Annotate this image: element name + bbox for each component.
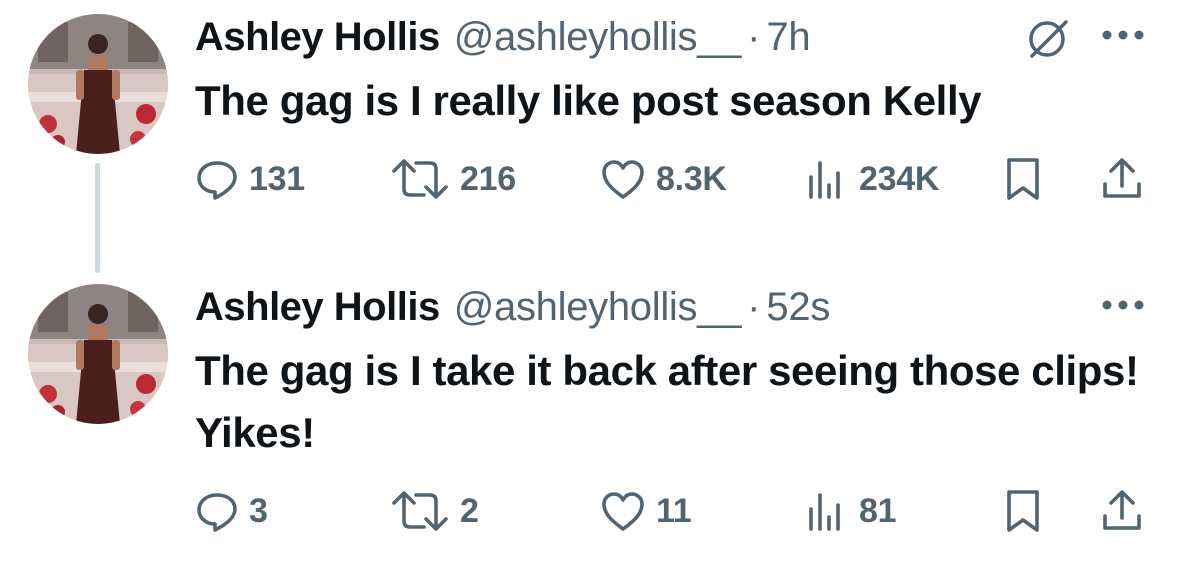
- views-button[interactable]: 81: [805, 486, 897, 536]
- more-icon[interactable]: [1100, 28, 1146, 42]
- user-handle[interactable]: @ashleyhollis__: [454, 15, 742, 60]
- display-name[interactable]: Ashley Hollis: [195, 285, 440, 330]
- tweet[interactable]: Ashley Hollis @ashleyhollis__ · 7h The g…: [0, 0, 1179, 260]
- tweet-text: The gag is I really like post season Kel…: [195, 77, 982, 124]
- reply-icon: [197, 161, 237, 200]
- reply-button[interactable]: 131: [195, 154, 305, 204]
- tweet-header: Ashley Hollis @ashleyhollis__ · 52s: [195, 282, 830, 332]
- separator-dot: ·: [747, 14, 761, 59]
- tweet-text: The gag is I take it back after seeing t…: [195, 347, 1139, 456]
- tweet-actions: 131 216 8.3K 234K: [195, 154, 1155, 204]
- avatar[interactable]: [28, 284, 168, 424]
- views-count: 234K: [859, 159, 940, 198]
- tweet-actions: 3 2 11 81: [195, 486, 1155, 536]
- views-button[interactable]: 234K: [805, 154, 939, 204]
- views-count: 81: [859, 491, 897, 530]
- bookmark-icon: [1007, 490, 1039, 532]
- heart-icon: [602, 160, 644, 199]
- retweet-button[interactable]: 2: [390, 486, 479, 536]
- reply-count: 131: [249, 159, 305, 198]
- retweet-button[interactable]: 216: [390, 154, 516, 204]
- heart-icon: [602, 492, 644, 531]
- like-count: 8.3K: [656, 159, 727, 198]
- share-icon: [1103, 158, 1141, 198]
- timestamp[interactable]: 7h: [766, 15, 810, 60]
- reply-count: 3: [249, 491, 268, 530]
- timestamp[interactable]: 52s: [766, 285, 830, 330]
- tweet[interactable]: Ashley Hollis @ashleyhollis__ · 52s The …: [0, 270, 1179, 566]
- share-button[interactable]: [1100, 154, 1144, 204]
- share-icon: [1103, 490, 1141, 530]
- like-count: 11: [656, 491, 692, 530]
- analytics-icon: [809, 493, 840, 531]
- more-icon[interactable]: [1100, 298, 1146, 312]
- retweet-icon: [392, 159, 448, 199]
- share-button[interactable]: [1100, 486, 1144, 536]
- avatar[interactable]: [28, 14, 168, 154]
- bookmark-button[interactable]: [1003, 154, 1043, 204]
- reply-button[interactable]: 3: [195, 486, 268, 536]
- grok-icon[interactable]: [1024, 16, 1072, 60]
- tweet-header: Ashley Hollis @ashleyhollis__ · 7h: [195, 12, 811, 62]
- user-handle[interactable]: @ashleyhollis__: [454, 285, 742, 330]
- retweet-count: 2: [460, 491, 479, 530]
- like-button[interactable]: 11: [600, 486, 692, 536]
- retweet-count: 216: [460, 159, 516, 198]
- display-name[interactable]: Ashley Hollis: [195, 15, 440, 60]
- reply-icon: [197, 493, 237, 532]
- bookmark-icon: [1007, 158, 1039, 200]
- bookmark-button[interactable]: [1003, 486, 1043, 536]
- analytics-icon: [809, 161, 840, 199]
- like-button[interactable]: 8.3K: [600, 154, 727, 204]
- separator-dot: ·: [747, 284, 761, 329]
- retweet-icon: [392, 491, 448, 531]
